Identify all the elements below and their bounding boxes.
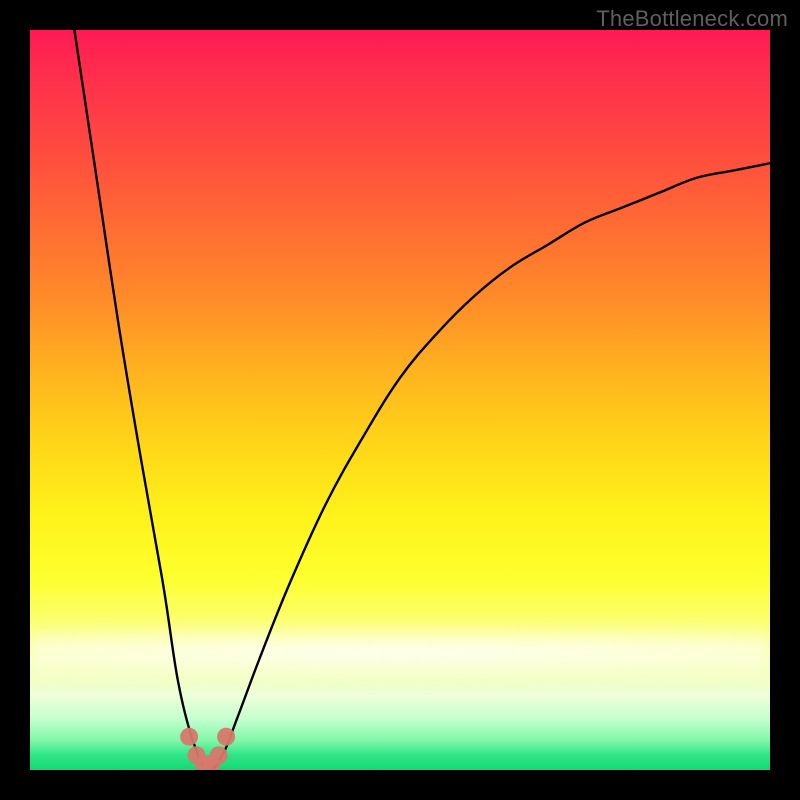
plot-area	[30, 30, 770, 770]
min-marker	[210, 746, 228, 764]
curve-svg	[30, 30, 770, 770]
min-marker	[217, 728, 235, 746]
min-marker	[180, 728, 198, 746]
min-region-markers	[180, 728, 235, 770]
bottleneck-curve	[74, 30, 770, 770]
watermark-text: TheBottleneck.com	[596, 6, 788, 32]
